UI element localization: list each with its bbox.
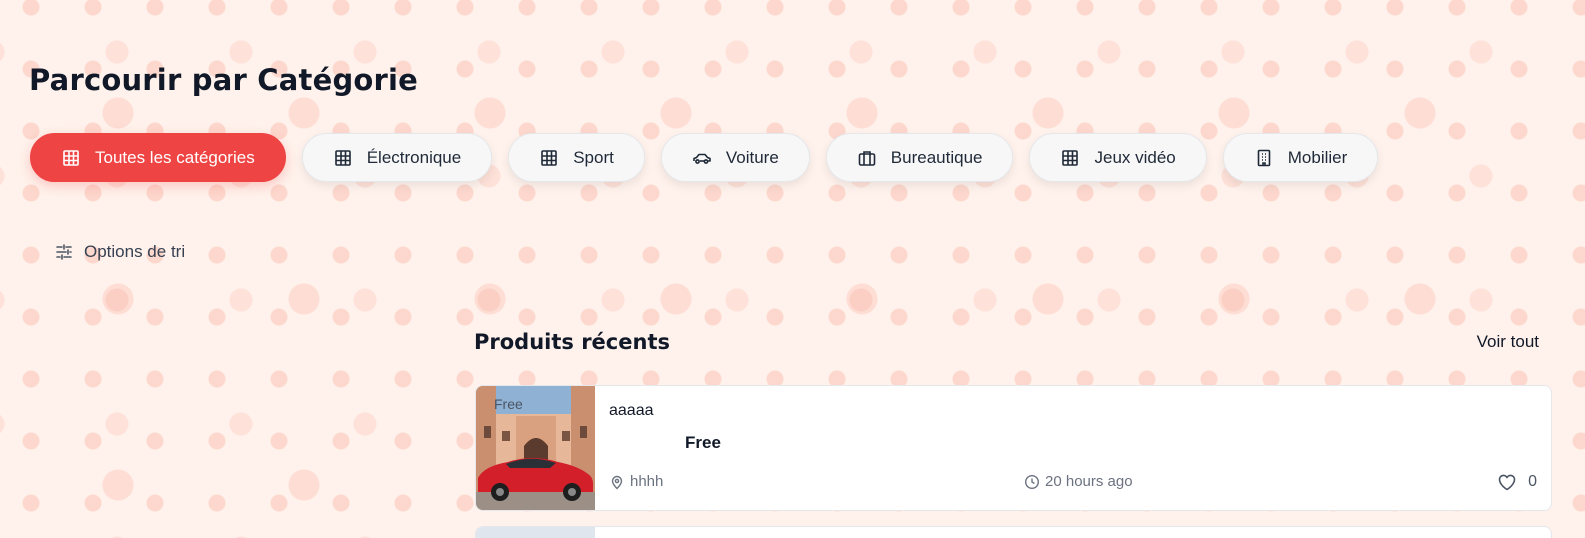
product-card-partial[interactable] bbox=[475, 526, 1552, 538]
grid-icon bbox=[61, 148, 81, 168]
grid-icon bbox=[333, 148, 353, 168]
sort-options-label: Options de tri bbox=[84, 242, 186, 261]
heart-icon[interactable] bbox=[1496, 471, 1518, 493]
likes-count: 0 bbox=[1528, 473, 1537, 490]
building-icon bbox=[1254, 148, 1274, 168]
product-location: hhhh bbox=[609, 473, 663, 490]
category-label: Jeux vidéo bbox=[1094, 147, 1176, 167]
briefcase-icon bbox=[857, 148, 877, 168]
product-price: Free bbox=[685, 433, 721, 452]
category-mobilier-button[interactable]: Mobilier bbox=[1222, 133, 1379, 182]
grid-icon bbox=[1060, 148, 1080, 168]
category-voiture-button[interactable]: Voiture bbox=[660, 133, 810, 182]
category-label: Électronique bbox=[366, 147, 462, 167]
sliders-icon bbox=[54, 242, 74, 262]
recent-products-title: Produits récents bbox=[474, 330, 670, 354]
product-name: aaaaa bbox=[609, 402, 654, 419]
category-label: Toutes les catégories bbox=[95, 147, 255, 167]
see-all-link[interactable]: Voir tout bbox=[1477, 332, 1539, 352]
product-likes: 0 bbox=[1496, 471, 1537, 493]
grid-icon bbox=[539, 148, 559, 168]
clock-icon bbox=[1024, 474, 1040, 490]
product-image: Free bbox=[476, 386, 595, 510]
product-time: 20 hours ago bbox=[1024, 473, 1133, 490]
product-card[interactable]: Free aaaaa Free hhhh 20 hours ago 0 bbox=[475, 385, 1552, 511]
category-label: Sport bbox=[573, 147, 614, 167]
category-all-button[interactable]: Toutes les catégories bbox=[30, 133, 286, 182]
time-text: 20 hours ago bbox=[1045, 473, 1133, 490]
category-jeux-video-button[interactable]: Jeux vidéo bbox=[1029, 133, 1207, 182]
category-sport-button[interactable]: Sport bbox=[508, 133, 645, 182]
page-title: Parcourir par Catégorie bbox=[29, 63, 419, 97]
image-badge: Free bbox=[494, 396, 523, 412]
product-image bbox=[476, 527, 595, 538]
category-label: Mobilier bbox=[1287, 147, 1348, 167]
location-text: hhhh bbox=[630, 473, 664, 490]
sort-options-button[interactable]: Options de tri bbox=[54, 242, 185, 262]
category-bureautique-button[interactable]: Bureautique bbox=[825, 133, 1014, 182]
category-filter-bar: Toutes les catégories Électronique Sport… bbox=[30, 133, 1379, 182]
category-label: Voiture bbox=[725, 147, 779, 167]
map-pin-icon bbox=[609, 474, 625, 490]
car-icon bbox=[692, 148, 712, 168]
category-label: Bureautique bbox=[890, 147, 983, 167]
category-electronique-button[interactable]: Électronique bbox=[301, 133, 493, 182]
